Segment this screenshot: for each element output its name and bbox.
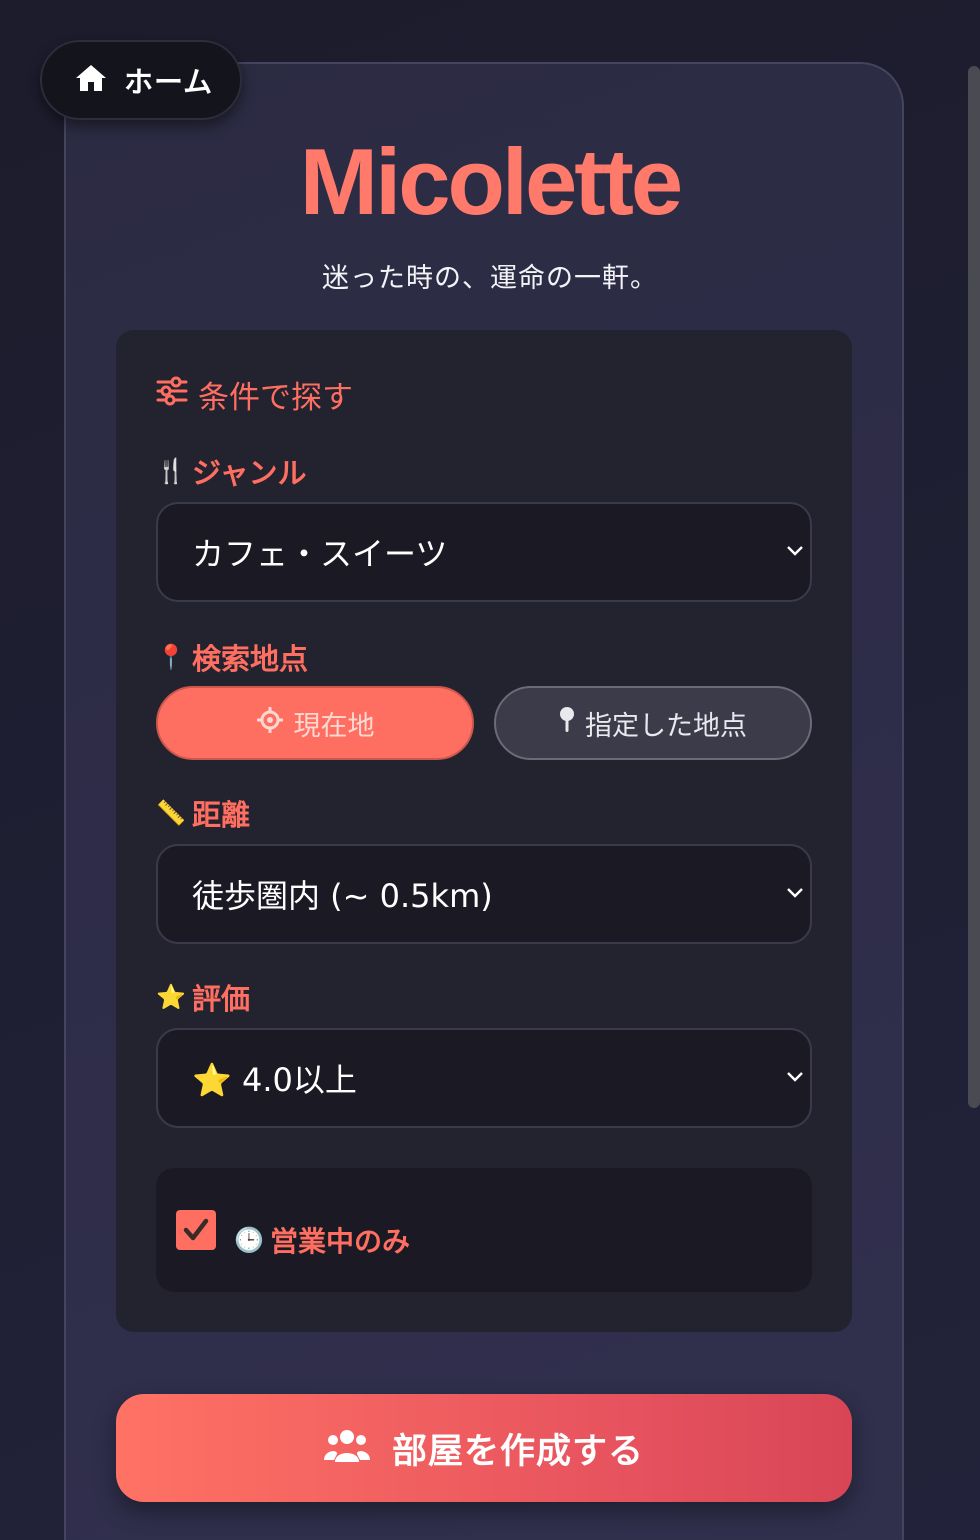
clock-icon: 🕒 bbox=[234, 1226, 264, 1254]
location-label: 📍 検索地点 bbox=[156, 636, 308, 678]
filter-panel: 条件で探す 🍴 ジャンル カフェ・スイーツ 📍 検索地点 現在地 指定した地点 … bbox=[116, 330, 852, 1332]
star-icon: ⭐ bbox=[156, 983, 186, 1011]
chevron-down-icon bbox=[787, 888, 803, 898]
open-now-label: 🕒 営業中のみ bbox=[234, 1220, 410, 1260]
open-now-label-text: 営業中のみ bbox=[270, 1225, 411, 1258]
rating-label: ⭐ 評価 bbox=[156, 976, 250, 1018]
open-now-box: 🕒 営業中のみ bbox=[156, 1168, 812, 1292]
filter-panel-title: 条件で探す bbox=[156, 372, 353, 417]
home-button[interactable]: ホーム bbox=[40, 40, 242, 120]
users-icon bbox=[323, 1428, 370, 1468]
chevron-down-icon bbox=[787, 1072, 803, 1082]
current-location-label: 現在地 bbox=[293, 710, 375, 742]
open-now-checkbox[interactable] bbox=[176, 1210, 216, 1250]
genre-select-value: カフェ・スイーツ bbox=[192, 535, 448, 573]
distance-select[interactable]: 徒歩圏内 (~ 0.5km) bbox=[156, 844, 812, 944]
sliders-icon bbox=[156, 375, 188, 415]
fork-knife-icon: 🍴 bbox=[156, 457, 186, 485]
specified-location-button[interactable]: 指定した地点 bbox=[494, 686, 812, 760]
create-room-label: 部屋を作成する bbox=[391, 1431, 644, 1472]
filter-panel-title-text: 条件で探す bbox=[198, 380, 353, 416]
ruler-icon: 📏 bbox=[156, 799, 186, 827]
pushpin-icon: 📍 bbox=[156, 643, 186, 671]
rating-select[interactable]: ⭐ 4.0以上 bbox=[156, 1028, 812, 1128]
app-tagline: 迷った時の、運命の一軒。 bbox=[322, 263, 658, 294]
pin-icon bbox=[559, 706, 575, 741]
current-location-button[interactable]: 現在地 bbox=[156, 686, 474, 760]
create-room-button[interactable]: 部屋を作成する bbox=[116, 1394, 852, 1502]
genre-label: 🍴 ジャンル bbox=[156, 450, 307, 492]
app-page: ホーム Micolette 迷った時の、運命の一軒。 条件で探す 🍴 ジャンル bbox=[0, 0, 980, 1540]
rating-label-text: 評価 bbox=[192, 982, 251, 1016]
specified-location-label: 指定した地点 bbox=[585, 710, 747, 742]
rating-select-value: ⭐ 4.0以上 bbox=[192, 1061, 357, 1099]
home-label: ホーム bbox=[124, 65, 214, 99]
home-icon bbox=[74, 63, 108, 97]
location-label-text: 検索地点 bbox=[192, 642, 309, 676]
distance-select-value: 徒歩圏内 (~ 0.5km) bbox=[192, 877, 493, 915]
crosshair-icon bbox=[256, 706, 284, 741]
checkmark-icon bbox=[183, 1218, 209, 1241]
chevron-down-icon bbox=[787, 546, 803, 556]
distance-label: 📏 距離 bbox=[156, 792, 250, 834]
distance-label-text: 距離 bbox=[192, 798, 251, 832]
genre-select[interactable]: カフェ・スイーツ bbox=[156, 502, 812, 602]
genre-label-text: ジャンル bbox=[192, 456, 307, 490]
app-title: Micolette bbox=[299, 129, 683, 234]
